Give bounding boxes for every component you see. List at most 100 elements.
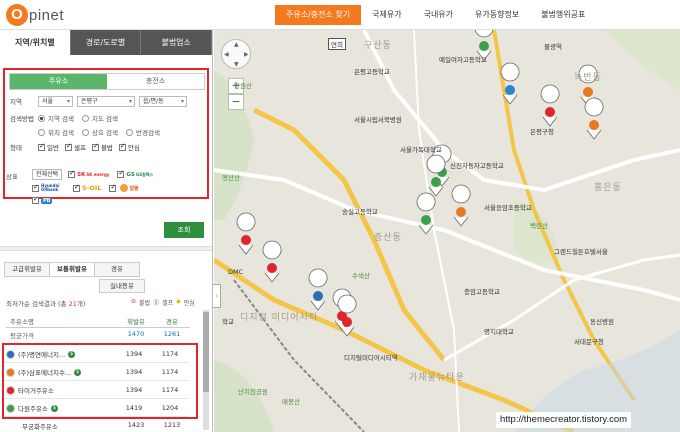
gs-logo-icon: GS [126, 171, 135, 178]
type-row: 형태 일반 셀프 불법 안심 [10, 141, 146, 153]
check-self[interactable]: 셀프 [64, 142, 86, 152]
nav-domestic-oil-price[interactable]: 국내유가 [413, 5, 464, 25]
table-row[interactable]: 무궁화주유소 1423 1213 [6, 421, 190, 431]
map-label: 디지털 미디어시티 [240, 313, 319, 323]
tab-region[interactable]: 지역/위치별 [0, 30, 71, 55]
station-marker [540, 84, 560, 127]
main-tabs: 지역/위치별 경로/도로별 불법업소 [0, 30, 212, 55]
city-select[interactable]: 서울 [38, 95, 73, 107]
checkbox-label: 셀프 [73, 144, 86, 152]
district-select[interactable]: 은평구 [77, 95, 135, 107]
map-label: 서울가독대학교 [400, 146, 442, 154]
station-name[interactable]: (주)명연에너지... [18, 349, 65, 359]
tab-gas-station[interactable]: 주유소 [10, 74, 107, 89]
radio-map-search[interactable]: 지도 검색 [82, 113, 118, 123]
tab-charging-station[interactable]: 충전소 [107, 74, 204, 89]
search-button[interactable]: 조회 [164, 222, 204, 238]
station-name[interactable]: (주)삼표에너지수... [18, 367, 71, 377]
tab-premium-gasoline[interactable]: 고급휘발유 [4, 262, 50, 277]
tab-route[interactable]: 경로/도로별 [70, 30, 142, 55]
result-count: 21 [68, 300, 77, 308]
map-label: 은평고등학교 [354, 68, 390, 76]
nav-intl-oil-price[interactable]: 국제유가 [361, 5, 412, 25]
gasoline-price: 1419 [125, 404, 143, 412]
self-icon: $ [74, 368, 82, 376]
top-bar: O pinet 주유소/충전소 찾기 국제유가 국내유가 유가동향정보 불법행위… [0, 0, 680, 30]
station-type-tabs: 주유소 충전소 [9, 73, 205, 90]
brand-row-3: PB [32, 195, 60, 204]
check-normal[interactable]: 일반 [38, 142, 59, 152]
brand-row-1: 전체선택 SKSK energy GSGS칼텍스 [32, 169, 161, 180]
nav-find-station[interactable]: 주유소/충전소 찾기 [275, 5, 362, 25]
station-name[interactable]: 타이거주유소 [18, 385, 54, 395]
map-label: 증산동 [374, 233, 402, 243]
table-row[interactable]: 타이거주유소 1394 1174 [4, 382, 188, 399]
results-scrollbar-thumb[interactable] [203, 312, 209, 392]
map-label: 서대문구청 [574, 338, 604, 346]
map-label: 백련산 [530, 222, 548, 230]
select-all-brands-button[interactable]: 전체선택 [32, 169, 63, 180]
station-marker [236, 212, 256, 255]
nav-price-trend[interactable]: 유가동향정보 [464, 5, 530, 25]
diesel-price: 1174 [161, 386, 179, 394]
method-label: 검색방법 [10, 115, 34, 123]
brand-pb[interactable]: PB [32, 195, 53, 204]
radio-radius-search[interactable]: 반경검색 [126, 127, 160, 137]
checkbox [68, 169, 76, 178]
map-label: 숭실고등학교 [342, 208, 378, 216]
tab-regular-gasoline[interactable]: 보통휘발유 [49, 262, 95, 277]
map-label: 명지대학교 [484, 328, 514, 336]
radio-label: 지도 검색 [92, 115, 118, 123]
tab-kerosene[interactable]: 실내등유 [99, 279, 145, 293]
map-label: 은평구청 [530, 128, 554, 136]
brand-hyundai-oilbank[interactable]: Hyundai Oilbank [32, 183, 65, 192]
check-safe[interactable]: 안심 [118, 142, 140, 152]
radio-dot [38, 114, 45, 122]
map-label: 예일여자고등학교 [439, 56, 487, 64]
map-label: 충암고등학교 [464, 288, 500, 296]
table-row[interactable]: (주)삼표에너지수... $ 1394 1174 [4, 364, 188, 381]
radio-region-search[interactable]: 지역 검색 [38, 113, 74, 123]
station-marker [308, 268, 328, 311]
watermark-text: http://themecreator.tistory.com [496, 412, 632, 428]
tab-diesel[interactable]: 경유 [94, 262, 140, 277]
tab-illegal[interactable]: 불법업소 [141, 30, 212, 55]
nav-illegal-disclosure[interactable]: 불법행위공표 [530, 5, 596, 25]
col-gasoline[interactable]: 휘발유 [118, 316, 154, 327]
station-marker [584, 97, 604, 140]
brand-altteul[interactable]: 알뜰 [109, 183, 139, 192]
logo[interactable]: O pinet [6, 2, 64, 28]
dong-select[interactable]: 읍/면/동 [139, 95, 187, 107]
station-name[interactable]: 무궁화주유소 [6, 421, 118, 431]
map-view[interactable]: ▲ ▼ ◀ ▶ + − 연희 불광역 예일여자고등학교 은평고등학교 망원산 서… [214, 30, 680, 432]
logo-text: pinet [29, 6, 65, 24]
table-row[interactable]: (주)명연에너지... $ 1394 1174 [4, 346, 188, 363]
brand-gs[interactable]: GSGS칼텍스 [117, 169, 154, 178]
altteul-label: 알뜰 [129, 185, 139, 192]
table-row[interactable]: 다원주유소 $ 1419 1204 [4, 400, 188, 417]
radio-location-search[interactable]: 위치 검색 [38, 127, 74, 137]
col-station-name: 주유소명 [10, 318, 34, 326]
checkbox-label: 일반 [47, 144, 59, 152]
hyundai-oilbank-logo-icon: Hyundai Oilbank [41, 183, 60, 192]
station-name[interactable]: 다원주유소 [18, 403, 48, 413]
check-illegal[interactable]: 불법 [91, 142, 113, 152]
legend-safe: 안심 [183, 300, 195, 307]
table-header: 주유소명 휘발유 경유 [6, 316, 190, 328]
average-label: 평균가격 [10, 332, 34, 340]
legend-self: 셀프 [162, 300, 174, 307]
radio-name-search[interactable]: 상호 검색 [82, 127, 118, 137]
summary-prefix: 최저가순 검색결과 (총 [6, 300, 69, 308]
map-label: 서울응암초등학교 [484, 204, 532, 212]
radio-dot [82, 128, 89, 136]
gs-caltex-text: GS칼텍스 [135, 171, 154, 177]
collapse-panel-button[interactable]: ‹ [213, 284, 221, 308]
station-marker [500, 62, 520, 105]
summary-suffix: 개) [76, 300, 86, 308]
average-gasoline: 1470 [127, 330, 145, 338]
brand-row-2: Hyundai Oilbank S-OIL 알뜰 [32, 183, 147, 192]
gasoline-price: 1423 [127, 421, 145, 429]
brand-sk[interactable]: SKSK energy [68, 169, 109, 178]
col-diesel[interactable]: 경유 [154, 316, 190, 327]
brand-s-oil[interactable]: S-OIL [73, 183, 101, 192]
